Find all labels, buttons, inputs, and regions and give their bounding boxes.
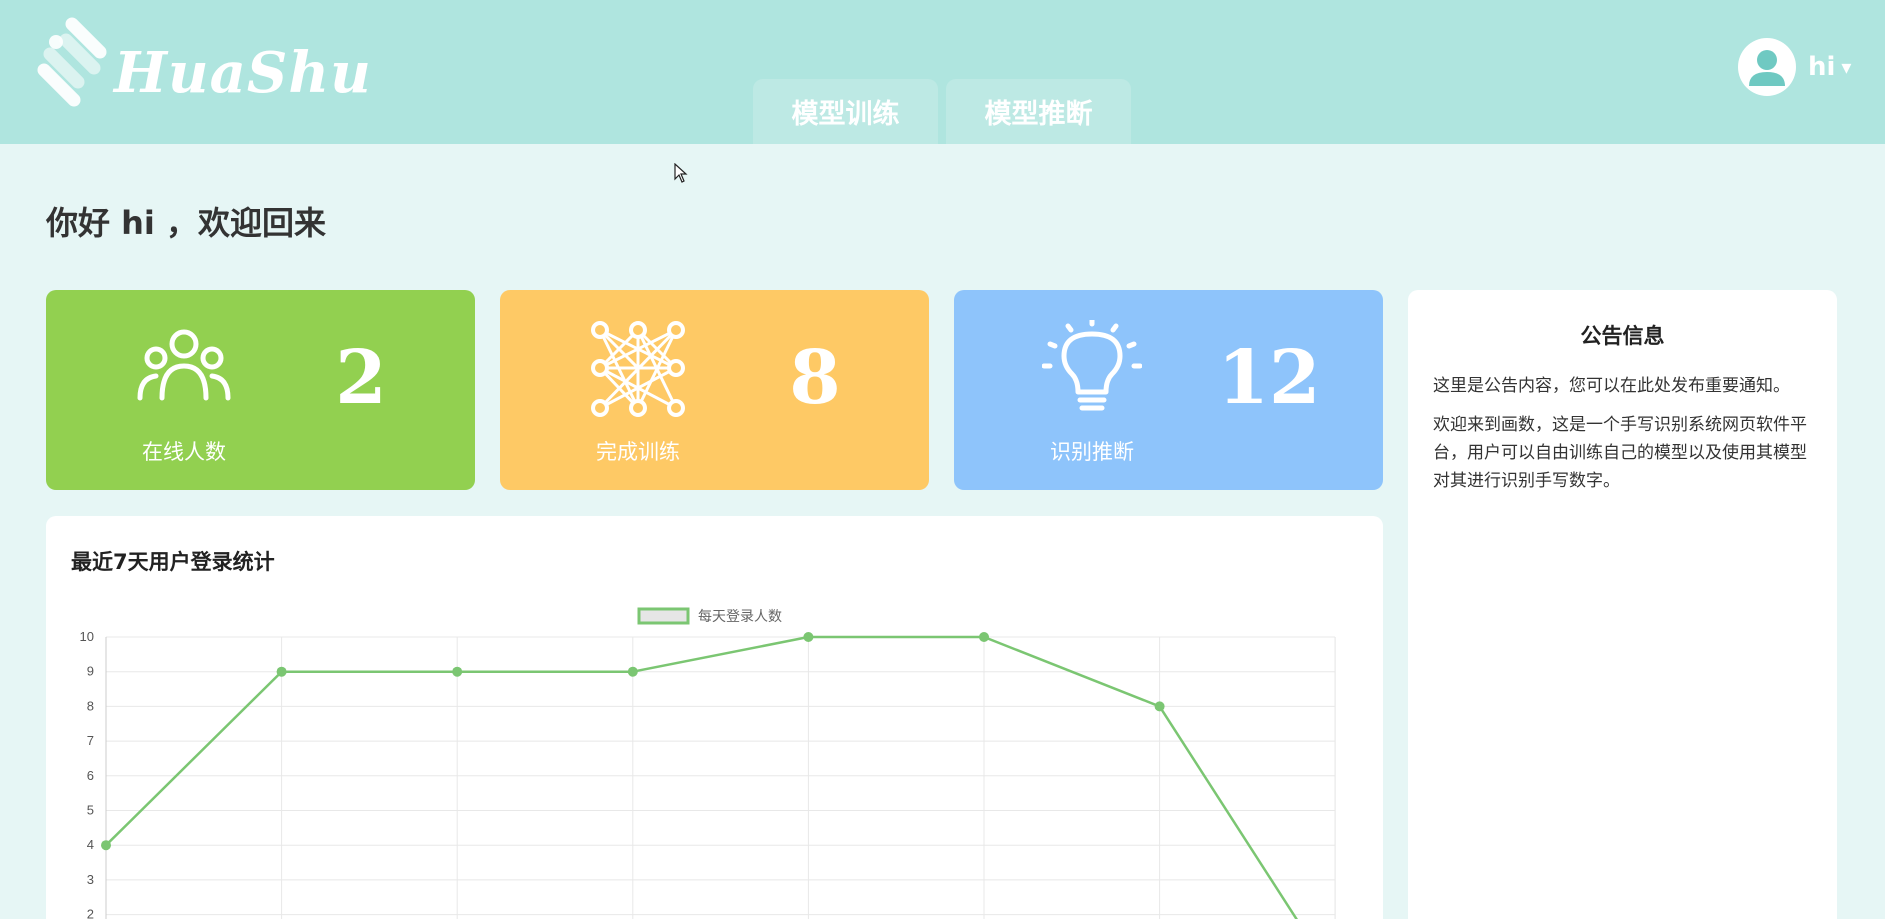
y-tick-label: 2 [87,907,94,919]
login-stats-panel: 最近7天用户登录统计 2 3 4 5 6 7 8 9 10 每天登录人数 [46,516,1383,919]
y-tick-label: 6 [87,768,94,783]
stat-value: 2 [335,335,387,421]
huashu-logo[interactable]: HuaShu [36,12,371,112]
lightbulb-icon [1042,320,1142,411]
announcement-body: 这里是公告内容，您可以在此处发布重要通知。 欢迎来到画数，这是一个手写识别系统网… [1433,372,1818,506]
mouse-cursor-icon [674,163,688,183]
logo-text: HuaShu [114,40,372,106]
y-tick-label: 7 [87,733,94,748]
announcement-paragraph: 这里是公告内容，您可以在此处发布重要通知。 [1433,376,1790,396]
login-line-chart: 2 3 4 5 6 7 8 9 10 每天登录人数 [80,607,1336,919]
stat-label: 完成训练 [596,440,680,464]
tab-model-inference[interactable]: 模型推断 [946,79,1131,144]
data-point [979,632,989,642]
data-point [101,840,111,851]
announcement-title: 公告信息 [1580,324,1665,348]
legend-swatch [637,607,690,625]
network-icon [591,321,685,417]
data-point [452,666,463,677]
user-menu[interactable]: hi ▾ [1738,38,1851,96]
stat-card-completed-training: 完成训练 8 [500,290,929,490]
stat-value: 12 [1217,335,1321,421]
y-tick-label: 10 [80,629,94,644]
top-header: HuaShu 模型训练 模型推断 hi ▾ [0,0,1885,144]
y-tick-label: 9 [87,664,94,679]
data-point [276,666,287,677]
users-icon [137,329,231,401]
stat-card-online-users: 在线人数 2 [46,290,475,490]
chevron-down-icon: ▾ [1841,55,1852,79]
y-tick-label: 4 [87,837,94,852]
stat-card-inference: 识别推断 12 [954,290,1383,490]
y-tick-label: 3 [87,872,94,887]
welcome-greeting: 你好 hi ，欢迎回来 [46,204,327,242]
stat-label: 识别推断 [1050,440,1134,464]
data-point [1154,701,1165,712]
stat-label: 在线人数 [142,440,226,464]
tab-model-training[interactable]: 模型训练 [753,79,938,144]
main-tabs: 模型训练 模型推断 [753,79,1131,144]
legend-label: 每天登录人数 [698,609,782,625]
avatar-icon [1738,38,1796,96]
logo-mark-icon [37,17,107,107]
y-tick-label: 8 [87,698,94,713]
y-tick-label: 5 [87,803,94,818]
stat-value: 8 [789,335,841,421]
announcement-panel: 公告信息 这里是公告内容，您可以在此处发布重要通知。 欢迎来到画数，这是一个手写… [1408,290,1837,919]
data-point [803,632,814,642]
data-point [627,666,638,677]
user-name: hi [1808,52,1836,82]
announcement-paragraph: 欢迎来到画数，这是一个手写识别系统网页软件平台，用户可以自由训练自己的模型以及使… [1433,415,1807,491]
series-line [105,635,1298,919]
